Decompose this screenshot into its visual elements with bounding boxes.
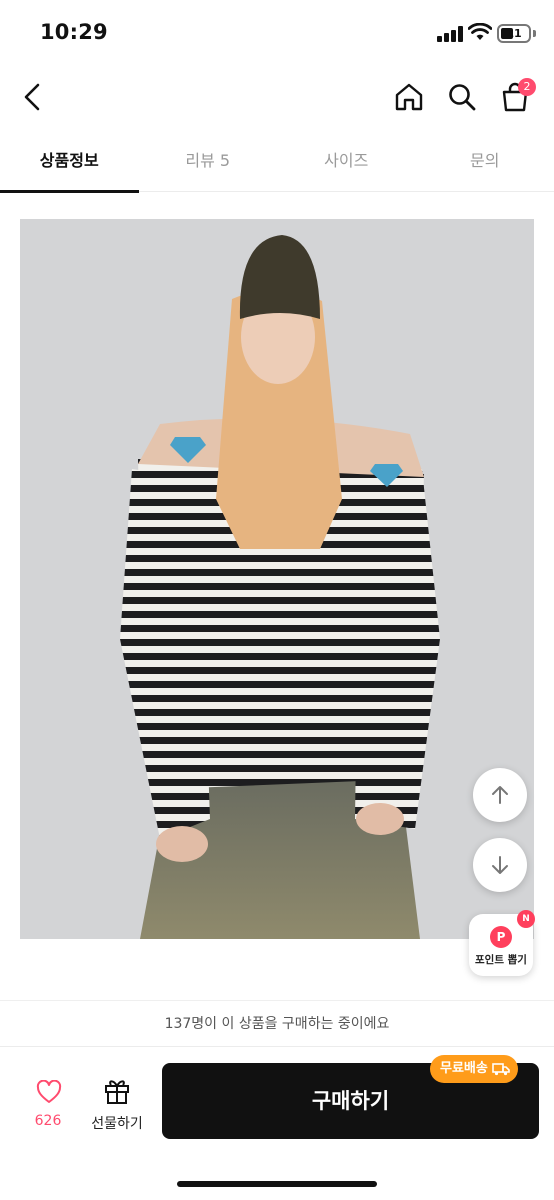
scroll-bottom-button[interactable] bbox=[473, 838, 527, 892]
battery-icon: 11 bbox=[497, 24, 531, 43]
back-arrow-icon bbox=[24, 83, 40, 111]
point-icon: P bbox=[490, 926, 512, 948]
status-time: 10:29 bbox=[40, 20, 108, 44]
free-shipping-label: 무료배송 bbox=[440, 1061, 488, 1076]
wifi-icon bbox=[468, 23, 492, 40]
tab-product-info[interactable]: 상품정보 bbox=[0, 130, 139, 193]
gift-button[interactable]: 선물하기 bbox=[84, 1075, 150, 1135]
search-icon bbox=[449, 84, 476, 111]
cart-button[interactable]: 2 bbox=[492, 74, 538, 120]
gift-label: 선물하기 bbox=[91, 1116, 143, 1132]
like-count: 626 bbox=[34, 1113, 62, 1129]
purchase-notice: 137명이 이 상품을 구매하는 중이에요 bbox=[0, 1000, 554, 1046]
battery-level: 11 bbox=[506, 27, 522, 40]
tab-inquiry[interactable]: 문의 bbox=[416, 130, 554, 192]
home-button[interactable] bbox=[386, 74, 432, 120]
new-badge: N bbox=[517, 910, 535, 928]
free-shipping-badge: 무료배송 bbox=[430, 1055, 518, 1083]
arrow-down-icon bbox=[492, 856, 508, 874]
product-image[interactable] bbox=[20, 219, 534, 939]
cart-count-badge: 2 bbox=[518, 78, 536, 96]
signal-icon bbox=[437, 26, 463, 42]
product-tabs: 상품정보 리뷰 5 사이즈 문의 bbox=[0, 130, 554, 193]
status-bar: 10:29 11 bbox=[0, 0, 554, 64]
home-icon bbox=[395, 83, 423, 111]
tab-reviews[interactable]: 리뷰 5 bbox=[139, 130, 278, 192]
back-button[interactable] bbox=[10, 74, 56, 120]
search-button[interactable] bbox=[439, 74, 485, 120]
header-bar: 2 bbox=[0, 64, 554, 130]
like-button[interactable]: 626 bbox=[20, 1075, 76, 1135]
tab-size[interactable]: 사이즈 bbox=[277, 130, 416, 192]
point-draw-label: 포인트 뽑기 bbox=[475, 954, 527, 966]
gift-icon bbox=[105, 1080, 129, 1104]
battery-nub bbox=[533, 30, 536, 37]
model-photo-illustration bbox=[20, 219, 534, 939]
arrow-up-icon bbox=[492, 786, 508, 804]
home-indicator bbox=[177, 1181, 377, 1187]
truck-icon bbox=[492, 1063, 510, 1076]
scroll-top-button[interactable] bbox=[473, 768, 527, 822]
heart-icon bbox=[36, 1080, 62, 1103]
